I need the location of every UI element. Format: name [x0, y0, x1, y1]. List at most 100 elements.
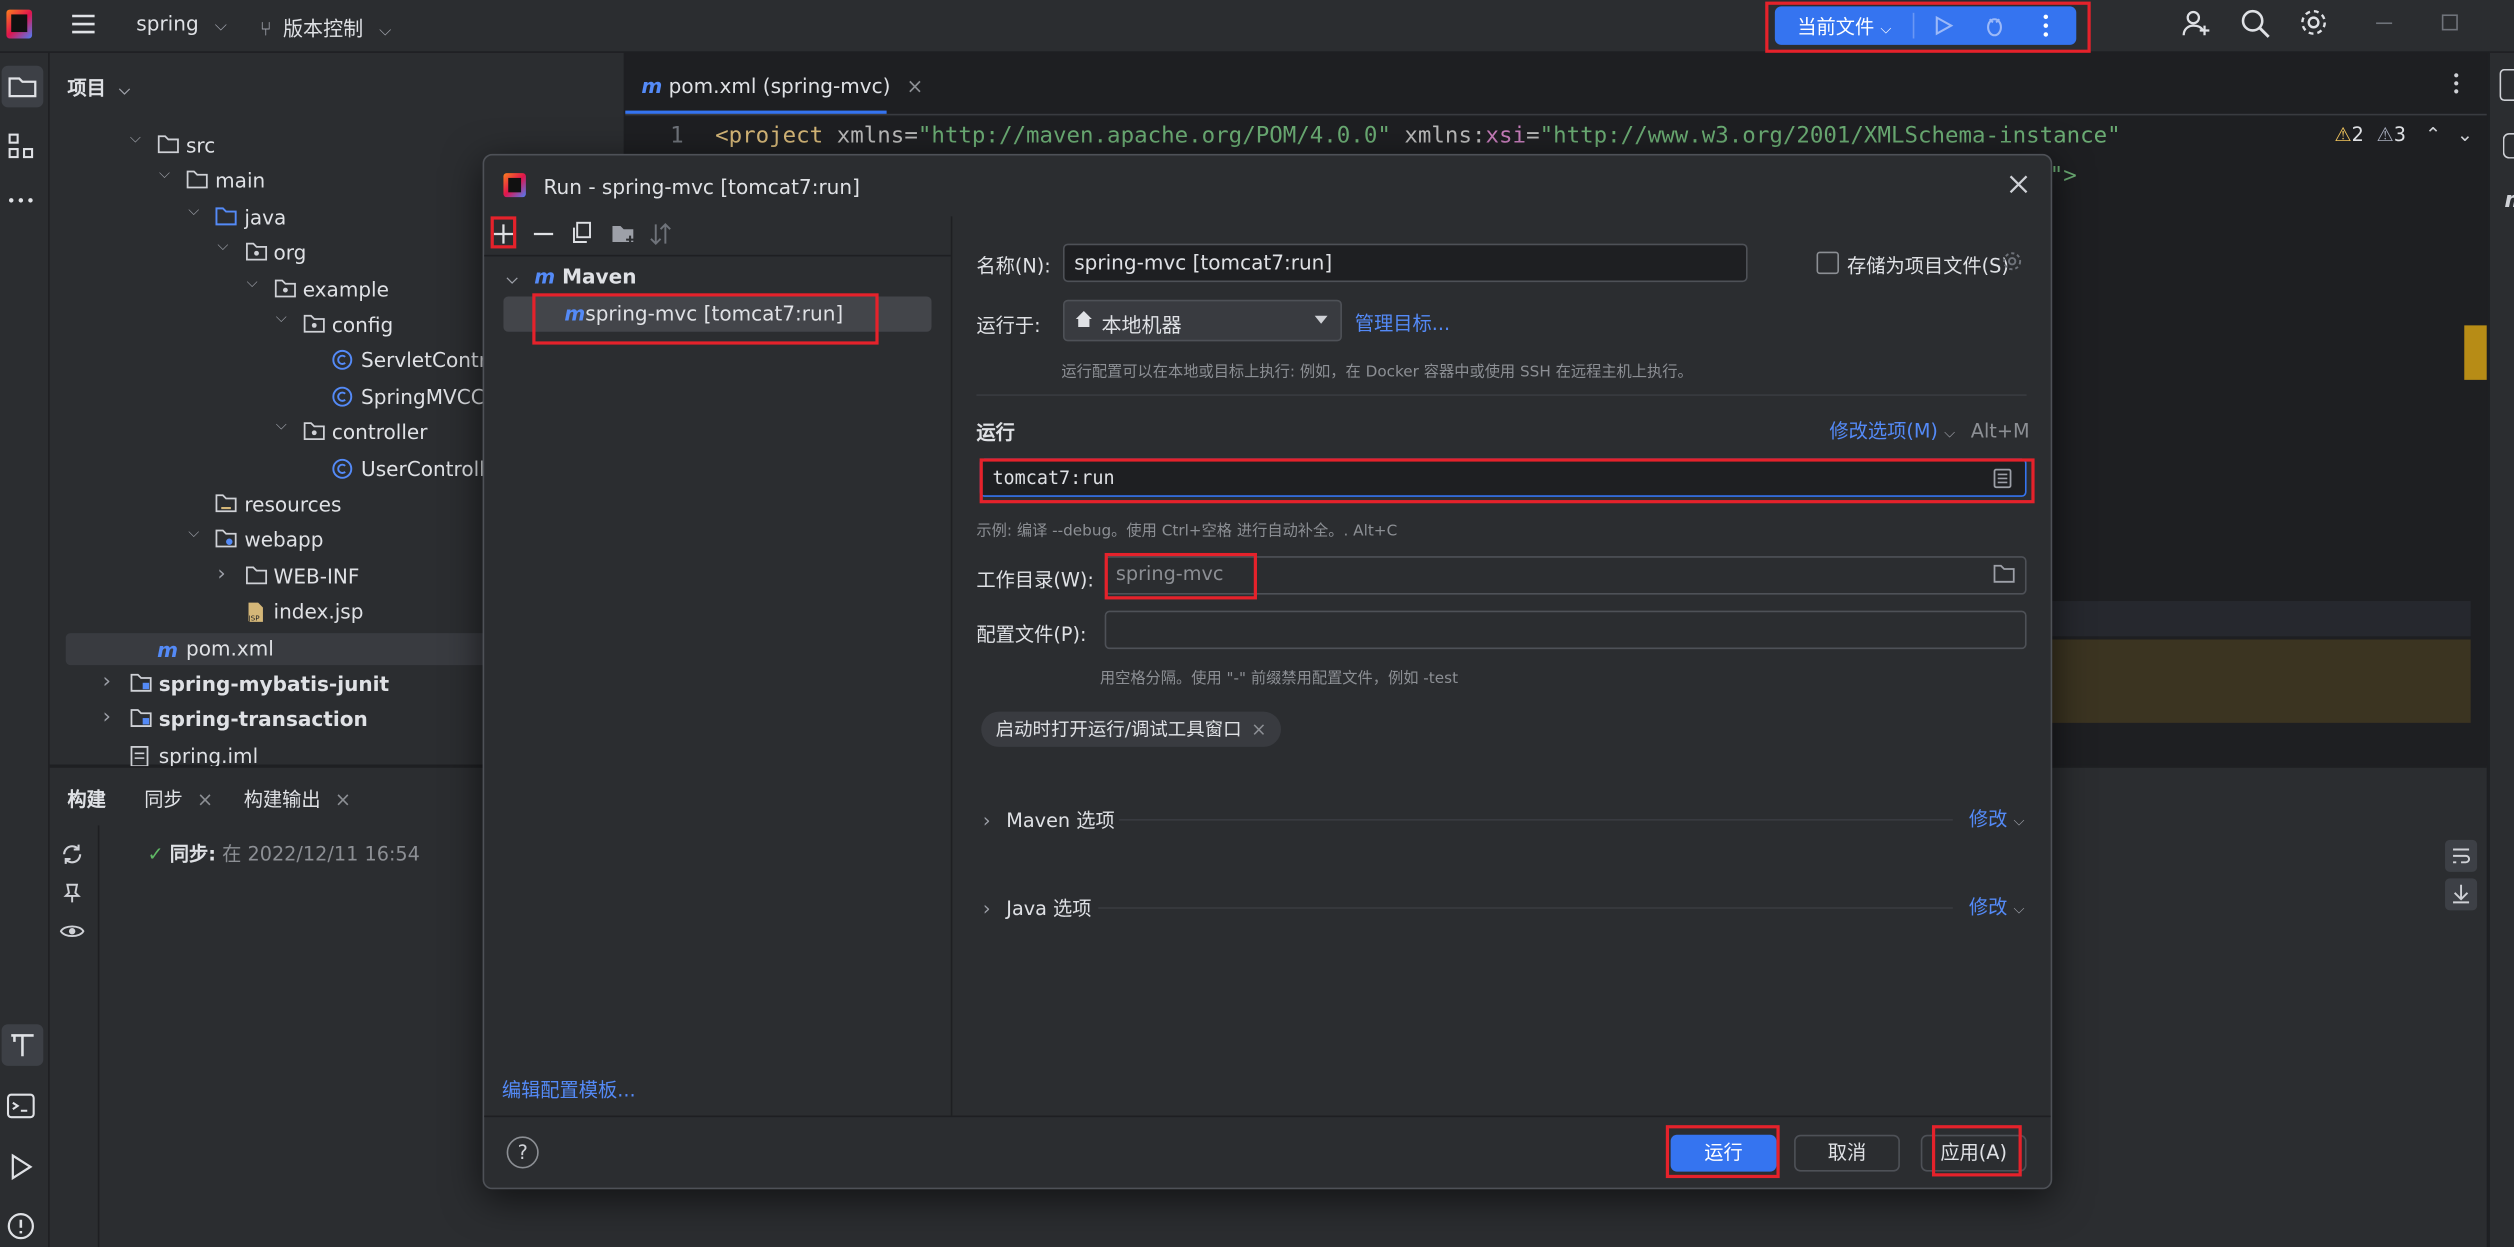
project-panel-header[interactable]: 项目 ⌵ [67, 74, 130, 101]
java-options-group[interactable]: › Java 选项 [983, 894, 1092, 921]
tree-item-tomcat-run[interactable]: mspring-mvc [tomcat7:run] [503, 296, 932, 332]
chevron-right-icon[interactable]: › [217, 562, 225, 586]
name-field-value: spring-mvc [tomcat7:run] [1074, 250, 1333, 275]
more-tools-icon[interactable] [5, 192, 37, 208]
minimize-icon[interactable] [2376, 22, 2393, 25]
soft-wrap-icon[interactable] [2445, 839, 2478, 872]
close-icon[interactable]: × [1251, 718, 1266, 740]
main-menu-icon[interactable] [71, 10, 97, 39]
close-icon[interactable]: × [335, 789, 351, 811]
gear-icon[interactable] [2001, 250, 2023, 272]
run-on-dropdown[interactable]: 本地机器 [1062, 299, 1342, 342]
vcs-widget[interactable]: ⑂ 版本控制 ⌵ [260, 11, 392, 41]
chevron-right-icon[interactable]: › [103, 670, 111, 694]
add-user-icon[interactable] [2180, 8, 2212, 40]
terminal-icon[interactable] [5, 1090, 37, 1122]
tab-sync-label: 同步 [144, 788, 183, 812]
chevron-down-icon[interactable]: ⌵ [188, 526, 199, 542]
profiles-field[interactable] [1104, 610, 2027, 650]
command-field[interactable]: tomcat7:run [979, 458, 2027, 497]
iml-file-icon [130, 745, 149, 767]
gear-icon[interactable] [2298, 6, 2330, 38]
structure-tool-icon[interactable] [5, 130, 37, 162]
maven-options-group[interactable]: › Maven 选项 [983, 806, 1115, 833]
database-icon[interactable] [2502, 133, 2514, 159]
maven-tool-icon[interactable]: m [2504, 188, 2514, 214]
modify-options-shortcut: Alt+M [1970, 419, 2030, 443]
project-name: spring [136, 11, 199, 36]
java-options-modify[interactable]: 修改 ⌵ [1969, 893, 2025, 920]
weak-warning-icon: ⚠ [2376, 123, 2394, 146]
inspection-widget[interactable]: ⚠2 ⚠3 ⌃ ⌄ [2334, 123, 2473, 145]
restore-icon[interactable] [2441, 14, 2458, 31]
workdir-value: spring-mvc [1115, 562, 1224, 586]
sync-time: 在 2022/12/11 16:54 [222, 843, 420, 866]
chevron-down-icon[interactable]: ⌄ [2457, 123, 2473, 145]
expand-field-icon[interactable] [1993, 468, 2012, 489]
editor-tab-pom[interactable]: m pom.xml (spring-mvc) × [641, 74, 923, 98]
run-config-selector[interactable]: 当前文件 ⌵ [1797, 13, 1891, 40]
problems-icon[interactable] [5, 1210, 37, 1242]
web-folder-icon [215, 530, 238, 549]
tab-sync[interactable]: 同步 × [144, 785, 213, 812]
maven-file-icon: m [157, 637, 179, 662]
apply-button[interactable]: 应用(A) [1920, 1134, 2027, 1172]
project-switcher[interactable]: spring ⌵ [136, 11, 227, 35]
code-token: : [1471, 123, 1486, 150]
search-icon[interactable] [2240, 8, 2272, 40]
edit-templates-link[interactable]: 编辑配置模板... [502, 1075, 636, 1102]
more-actions-icon[interactable] [2041, 13, 2051, 39]
new-folder-icon[interactable] [611, 223, 637, 245]
tab-build-output[interactable]: 构建输出 × [244, 785, 351, 812]
chevron-down-icon[interactable]: ⌵ [188, 203, 199, 219]
warning-icon: ⚠ [2334, 123, 2352, 146]
chevron-down-icon[interactable]: ⌵ [159, 167, 170, 183]
chevron-down-icon[interactable]: ⌵ [247, 275, 258, 291]
chevron-down-icon[interactable]: ⌵ [276, 419, 287, 435]
store-as-file-checkbox[interactable] [1816, 251, 1839, 275]
cancel-button[interactable]: 取消 [1794, 1134, 1900, 1172]
scroll-to-end-icon[interactable] [2445, 878, 2478, 911]
modify-options-button[interactable]: 修改选项(M) ⌵ Alt+M [1829, 417, 2029, 444]
run-tool-icon[interactable] [5, 1151, 37, 1183]
add-config-icon[interactable] [492, 223, 514, 245]
close-icon[interactable]: × [906, 74, 923, 98]
close-icon[interactable] [2007, 173, 2029, 195]
maven-options-modify[interactable]: 修改 ⌵ [1969, 805, 2025, 832]
project-tool-icon[interactable] [1, 65, 44, 108]
chevron-down-icon[interactable]: ⌵ [276, 311, 287, 327]
chevron-down-icon[interactable]: ⌵ [130, 131, 141, 147]
name-field[interactable]: spring-mvc [tomcat7:run] [1062, 243, 1748, 283]
help-icon[interactable]: ? [506, 1136, 539, 1169]
dialog-button-bar: ? 运行 取消 应用(A) [484, 1115, 2051, 1190]
close-icon[interactable]: × [197, 789, 213, 811]
tag-open-tool-window[interactable]: 启动时打开运行/调试工具窗口 × [981, 711, 1282, 747]
eye-icon[interactable] [59, 920, 85, 942]
notifications-icon[interactable] [2499, 68, 2514, 101]
build-tool-icon[interactable] [1, 1024, 44, 1066]
warnings-count: 2 [2351, 123, 2364, 146]
copy-config-icon[interactable] [571, 221, 593, 243]
tab-build[interactable]: 构建 [67, 785, 106, 812]
sort-icon[interactable] [649, 221, 671, 247]
remove-config-icon[interactable] [532, 223, 554, 245]
tree-node-label: org [273, 240, 307, 265]
run-section-title: 运行 [976, 421, 1015, 444]
chevron-right-icon[interactable]: › [103, 706, 111, 730]
folder-icon[interactable] [1993, 564, 2015, 583]
chevron-up-icon[interactable]: ⌃ [2425, 123, 2441, 145]
manage-targets-link[interactable]: 管理目标... [1355, 309, 1450, 336]
run-widget: 当前文件 ⌵ [1774, 6, 2077, 45]
workdir-field[interactable]: spring-mvc [1104, 556, 2027, 595]
project-panel-title: 项目 [67, 76, 106, 100]
run-button[interactable]: 运行 [1670, 1134, 1777, 1172]
chevron-down-icon[interactable]: ⌵ [217, 239, 228, 255]
package-icon [303, 314, 325, 333]
run-icon[interactable] [1932, 14, 1954, 36]
editor-more-icon[interactable] [2451, 72, 2461, 94]
sync-icon[interactable] [59, 841, 85, 867]
svg-text:JSP: JSP [247, 614, 260, 623]
debug-icon[interactable] [1983, 14, 2005, 37]
tree-group-maven[interactable]: ⌵ m Maven [507, 264, 637, 288]
pin-icon[interactable] [61, 882, 83, 904]
